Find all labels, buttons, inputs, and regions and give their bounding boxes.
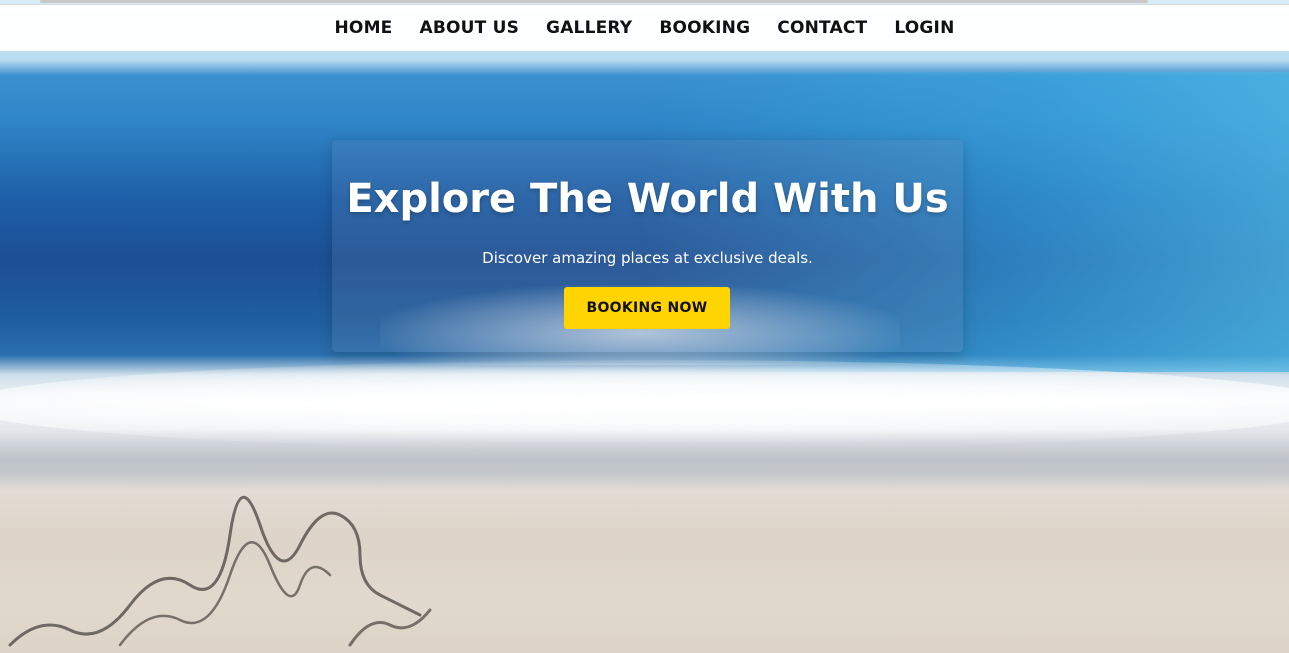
main-navbar: HOME ABOUT US GALLERY BOOKING CONTACT LO… [0,4,1289,51]
nav-login[interactable]: LOGIN [894,18,954,38]
browser-scrollbar [40,0,1148,3]
nav-home[interactable]: HOME [334,18,392,38]
wet-sand [0,430,1289,490]
booking-now-button[interactable]: BOOKING NOW [564,287,730,329]
hero-title: Explore The World With Us [346,176,949,222]
nav-about-us[interactable]: ABOUT US [420,18,520,38]
nav-gallery[interactable]: GALLERY [546,18,632,38]
sand-writing [8,496,432,647]
nav-booking[interactable]: BOOKING [659,18,750,38]
nav-contact[interactable]: CONTACT [777,18,867,38]
hero-subtitle: Discover amazing places at exclusive dea… [482,249,813,267]
